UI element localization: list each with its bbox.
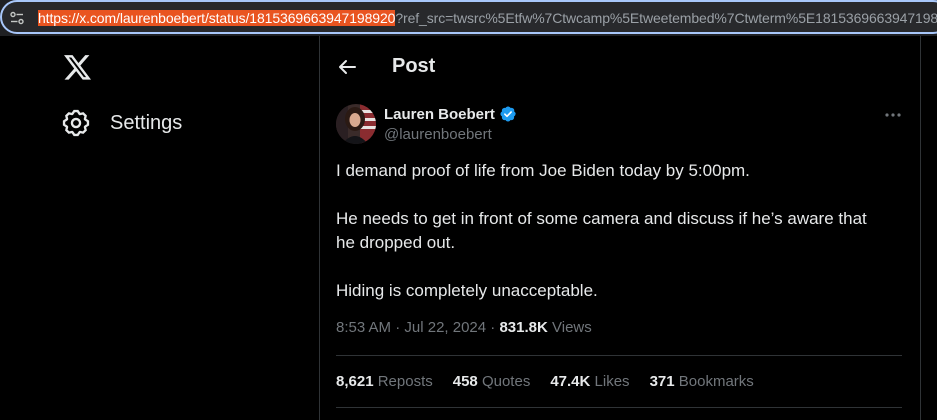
- tweet-text-paragraph: Hiding is completely unacceptable.: [336, 281, 598, 300]
- divider: [336, 407, 902, 408]
- url-query-text: ?ref_src=twsrc%5Etfw%7Ctwcamp%5Etweetemb…: [395, 10, 937, 26]
- nav-settings-label: Settings: [110, 111, 183, 134]
- gear-icon: [62, 109, 90, 137]
- avatar[interactable]: [336, 104, 376, 144]
- tweet-text-paragraph: I demand proof of life from Joe Biden to…: [336, 161, 750, 180]
- stat-reposts[interactable]: 8,621 Reposts: [336, 373, 433, 390]
- author-name-text: Lauren Boebert: [384, 105, 495, 123]
- verified-badge-icon[interactable]: [499, 105, 517, 123]
- stat-label: Reposts: [377, 373, 433, 390]
- stat-count: 458: [452, 373, 478, 390]
- url-box[interactable]: https://x.com/laurenboebert/status/18153…: [0, 0, 937, 34]
- url-selected-text: https://x.com/laurenboebert/status/18153…: [38, 10, 396, 26]
- site-info-icon[interactable]: [9, 10, 25, 26]
- tweet-date[interactable]: Jul 22, 2024: [404, 319, 486, 336]
- stat-label: Bookmarks: [678, 373, 754, 390]
- views-label: Views: [552, 319, 592, 336]
- stat-count: 47.4K: [550, 373, 591, 390]
- author-handle[interactable]: @laurenboebert: [384, 126, 492, 143]
- more-options-icon[interactable]: [884, 108, 902, 122]
- tweet-meta: 8:53 AM · Jul 22, 2024 · 831.8K Views: [336, 319, 592, 336]
- meta-separator: ·: [391, 319, 405, 336]
- stat-likes[interactable]: 47.4K Likes: [550, 373, 629, 390]
- tweet-time[interactable]: 8:53 AM: [336, 319, 391, 336]
- views-count: 831.8K: [499, 319, 548, 336]
- tweet-text-line: he dropped out.: [336, 233, 456, 252]
- author-name[interactable]: Lauren Boebert: [384, 105, 517, 123]
- engagement-stats: 8,621 Reposts 458 Quotes 47.4K Likes 371…: [336, 373, 774, 390]
- stat-label: Likes: [594, 373, 630, 390]
- back-arrow-icon[interactable]: [337, 57, 357, 77]
- meta-separator: ·: [486, 319, 500, 336]
- nav-item-settings[interactable]: Settings: [62, 106, 182, 140]
- page-title: Post: [392, 55, 436, 77]
- stat-quotes[interactable]: 458 Quotes: [453, 373, 531, 390]
- stat-count: 371: [649, 373, 675, 390]
- stat-count: 8,621: [336, 373, 374, 390]
- stat-bookmarks[interactable]: 371 Bookmarks: [650, 373, 754, 390]
- stat-label: Quotes: [481, 373, 531, 390]
- url-text[interactable]: https://x.com/laurenboebert/status/18153…: [38, 10, 937, 27]
- browser-address-bar: https://x.com/laurenboebert/status/18153…: [0, 0, 937, 36]
- x-logo-icon[interactable]: [64, 55, 92, 81]
- tweet-text-line: He needs to get in front of some camera …: [336, 209, 867, 228]
- divider: [336, 355, 902, 356]
